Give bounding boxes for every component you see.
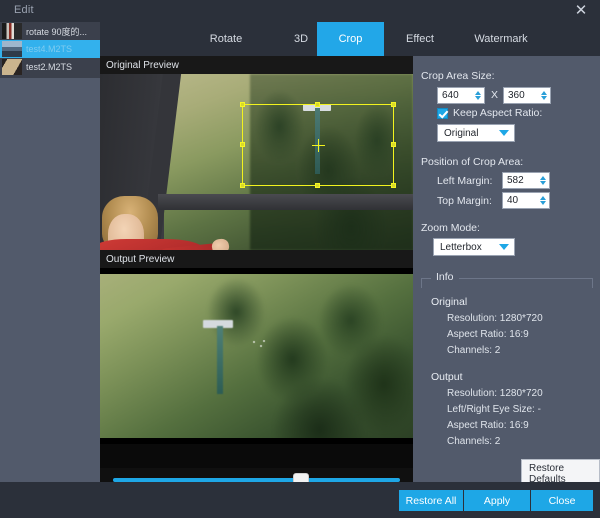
original-preview-header: Original Preview <box>100 56 413 74</box>
tab-rotate[interactable]: Rotate <box>186 22 266 56</box>
file-thumbnail <box>2 41 22 57</box>
top-margin-label: Top Margin: <box>437 195 492 207</box>
apply-button[interactable]: Apply <box>464 490 530 511</box>
crop-handle-top-right[interactable] <box>391 102 396 107</box>
chevron-up-icon[interactable] <box>540 196 546 200</box>
top-margin-stepper-arrows[interactable] <box>537 193 549 208</box>
chevron-down-icon[interactable] <box>540 181 546 185</box>
crop-handle-bottom-left[interactable] <box>240 183 245 188</box>
crop-height-stepper-arrows[interactable] <box>538 88 550 103</box>
info-output-aspect-ratio: Aspect Ratio: 16:9 <box>447 420 529 431</box>
crop-width-stepper-arrows[interactable] <box>472 88 484 103</box>
info-output-heading: Output <box>431 371 463 383</box>
info-output-eye-size: Left/Right Eye Size: - <box>447 404 541 415</box>
keep-aspect-ratio-row[interactable]: Keep Aspect Ratio: <box>437 107 542 119</box>
tab-bar: Rotate 3D Crop Effect Watermark <box>100 22 600 56</box>
original-preview-title: Original Preview <box>106 59 179 71</box>
restore-all-button[interactable]: Restore All <box>399 490 463 511</box>
left-margin-input[interactable] <box>503 173 537 188</box>
file-list-item-1[interactable]: test4.M2TS <box>0 40 100 58</box>
title-bar: Edit ✕ <box>0 0 600 22</box>
top-margin-stepper[interactable] <box>502 192 550 209</box>
info-original-channels: Channels: 2 <box>447 345 501 356</box>
dialog-footer: Restore All Apply Close <box>0 482 600 518</box>
file-list-item-label: rotate 90度的... <box>26 26 88 37</box>
output-preview-header: Output Preview <box>100 250 413 268</box>
aspect-ratio-select[interactable]: Original <box>437 124 515 142</box>
crop-height-stepper[interactable] <box>503 87 551 104</box>
aspect-ratio-value: Original <box>444 127 479 139</box>
chevron-down-icon[interactable] <box>540 201 546 205</box>
output-preview-stage <box>100 268 413 444</box>
file-list-item-0[interactable]: rotate 90度的... <box>0 22 100 40</box>
crop-area-size-label: Crop Area Size: <box>421 70 495 82</box>
file-list[interactable]: rotate 90度的... test4.M2TS test2.M2TS <box>0 22 100 78</box>
zoom-mode-label: Zoom Mode: <box>421 222 480 234</box>
chevron-down-icon[interactable] <box>541 96 547 100</box>
left-margin-label: Left Margin: <box>437 175 493 187</box>
chevron-down-icon[interactable] <box>499 244 509 250</box>
file-thumbnail <box>2 59 22 75</box>
keep-aspect-ratio-label: Keep Aspect Ratio: <box>453 107 543 119</box>
crop-handle-top-left[interactable] <box>240 102 245 107</box>
output-frame-image <box>100 268 413 444</box>
crop-width-stepper[interactable] <box>437 87 485 104</box>
preview-column: Original Preview Output Preview <box>100 56 413 518</box>
info-original-resolution: Resolution: 1280*720 <box>447 313 543 324</box>
info-legend: Info <box>431 271 459 283</box>
file-thumbnail <box>2 23 22 39</box>
left-margin-stepper-arrows[interactable] <box>537 173 549 188</box>
window-title: Edit <box>14 4 34 16</box>
file-list-item-2[interactable]: test2.M2TS <box>0 58 100 76</box>
crop-handle-middle-right[interactable] <box>391 142 396 147</box>
chevron-down-icon[interactable] <box>475 96 481 100</box>
original-preview-stage[interactable] <box>100 74 413 250</box>
crop-selection-box[interactable] <box>240 102 396 188</box>
crop-center-crosshair-icon <box>312 139 325 152</box>
output-preview-title: Output Preview <box>106 253 175 265</box>
top-margin-input[interactable] <box>503 193 537 208</box>
position-of-crop-area-label: Position of Crop Area: <box>421 156 524 168</box>
close-button[interactable]: Close <box>531 490 593 511</box>
divider <box>421 278 422 288</box>
info-group: Info Original Resolution: 1280*720 Aspec… <box>421 271 593 447</box>
keep-aspect-ratio-checkbox[interactable] <box>437 107 448 119</box>
divider <box>592 278 593 288</box>
crop-height-input[interactable] <box>504 88 538 103</box>
chevron-up-icon[interactable] <box>540 176 546 180</box>
crop-width-input[interactable] <box>438 88 472 103</box>
tab-crop[interactable]: Crop <box>317 22 384 56</box>
info-original-heading: Original <box>431 296 468 308</box>
edit-dialog: Edit ✕ rotate 90度的... test4.M2TS test2.M… <box>0 0 600 518</box>
crop-handle-bottom-center[interactable] <box>315 183 320 188</box>
info-output-channels: Channels: 2 <box>447 436 501 447</box>
zoom-mode-value: Letterbox <box>440 241 482 253</box>
left-margin-stepper[interactable] <box>502 172 550 189</box>
zoom-mode-select[interactable]: Letterbox <box>433 238 515 256</box>
info-output-resolution: Resolution: 1280*720 <box>447 388 543 399</box>
chevron-up-icon[interactable] <box>541 91 547 95</box>
close-icon[interactable]: ✕ <box>568 1 594 21</box>
info-original-aspect-ratio: Aspect Ratio: 16:9 <box>447 329 529 340</box>
chevron-down-icon[interactable] <box>499 130 509 136</box>
file-list-item-label: test4.M2TS <box>26 44 73 54</box>
dimension-separator: X <box>491 89 499 101</box>
tab-effect[interactable]: Effect <box>384 22 456 56</box>
crop-handle-middle-left[interactable] <box>240 142 245 147</box>
tab-watermark[interactable]: Watermark <box>456 22 546 56</box>
crop-handle-top-center[interactable] <box>315 102 320 107</box>
crop-handle-bottom-right[interactable] <box>391 183 396 188</box>
file-list-item-label: test2.M2TS <box>26 62 73 72</box>
chevron-up-icon[interactable] <box>475 91 481 95</box>
